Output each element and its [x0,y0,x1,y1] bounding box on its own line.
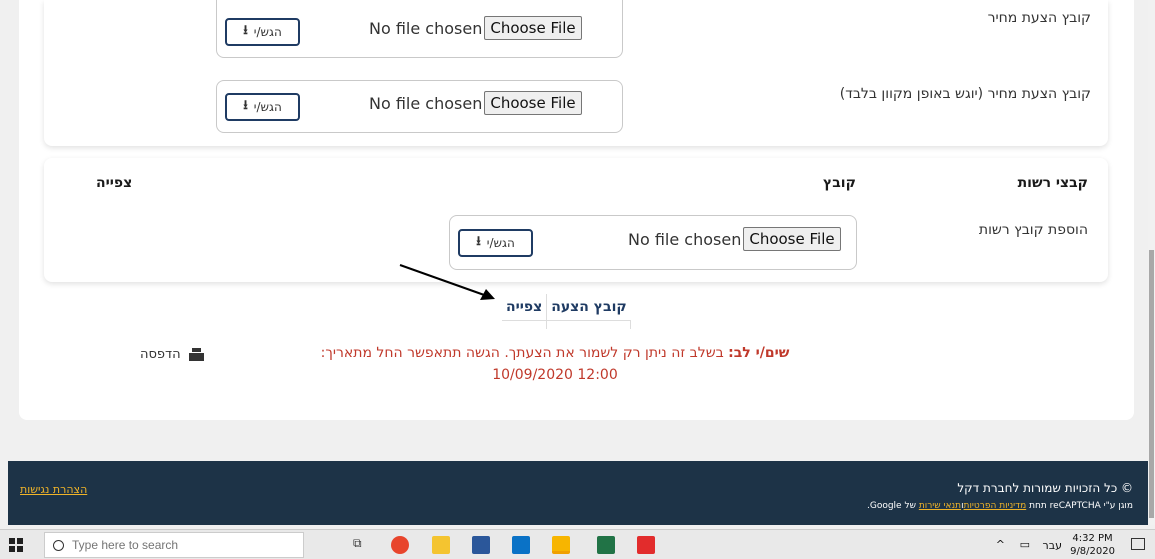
submit-label: הגש/י [486,236,515,250]
keyboard-language[interactable]: עבר [1043,539,1062,552]
tray-network-icon[interactable]: ▭ [1020,538,1030,551]
add-optional-file-label: הוספת קובץ רשות [978,222,1088,238]
price-offer-file-box: הגש/י ⭳ No file chosen Choose File [216,0,623,58]
submit-label: הגש/י [253,100,282,114]
optional-view-column-header: צפייה [96,175,133,191]
optional-file-box: הגש/י ⭳ No file chosen Choose File [449,215,857,270]
outlook-icon[interactable] [512,536,530,554]
price-offer-online-file-input[interactable]: No file chosen Choose File [369,91,582,115]
choose-file-button[interactable]: Choose File [484,16,582,40]
print-button[interactable]: הדפסה [140,347,204,362]
excel-icon[interactable] [597,536,615,554]
taskbar-search-input[interactable] [72,538,272,552]
price-offer-upload-card: קובץ הצעת מחיר הגש/י ⭳ No file chosen Ch… [44,0,1108,146]
accessibility-statement-link[interactable]: הצהרת נגישות [20,483,87,496]
annotation-arrow [399,264,495,300]
privacy-policy-link[interactable]: מדיניות הפרטיות [964,501,1027,511]
captcha-suffix: של Google. [866,501,916,511]
notification-center-icon[interactable] [1131,538,1145,550]
price-offer-online-submit-button[interactable]: הגש/י ⭳ [225,93,300,121]
site-footer: © כל הזכויות שמורות לחברת דקל מוגן ע"י r… [8,461,1148,525]
captcha-prefix: מוגן ע"י reCAPTCHA תחת [1029,501,1133,511]
sticky-notes-icon[interactable] [552,536,570,554]
clock-time: 4:32 PM [1072,533,1113,544]
recaptcha-notice: מוגן ע"י reCAPTCHA תחת מדיניות הפרטיותות… [867,501,1133,511]
taskbar-search[interactable] [44,532,304,558]
optional-file-input[interactable]: No file chosen Choose File [628,227,841,251]
optional-files-card: קבצי רשות קובץ צפייה הוספת קובץ רשות הגש… [44,158,1108,282]
optional-files-header: קבצי רשות [1017,175,1088,191]
upload-icon: ⭳ [243,98,248,113]
clock-date: 9/8/2020 [1070,546,1115,557]
no-file-text: No file chosen [369,18,483,38]
price-offer-label: קובץ הצעת מחיר [987,10,1091,26]
windows-taskbar: ⧉ ^ ▭ עבר 4:32 PM 9/8/2020 [0,529,1155,559]
no-file-text: No file chosen [628,229,742,249]
choose-file-button[interactable]: Choose File [743,227,841,251]
optional-file-column-header: קובץ [823,175,856,191]
print-label: הדפסה [140,347,181,362]
choose-file-button[interactable]: Choose File [484,91,582,115]
search-icon [53,539,64,551]
offer-view-column-header: צפייה [502,294,548,321]
copyright-text: © כל הזכויות שמורות לחברת דקל [957,481,1133,495]
price-offer-file-input[interactable]: No file chosen Choose File [369,16,582,40]
no-file-text: No file chosen [369,93,483,113]
upload-icon: ⭳ [243,23,248,38]
price-offer-online-label: קובץ הצעת מחיר (יוגש באופן מקוון בלבד) [839,86,1091,102]
offer-files-table: קובץ הצעה צפייה [502,294,632,329]
upload-icon: ⭳ [476,234,481,249]
optional-file-submit-button[interactable]: הגש/י ⭳ [458,229,533,257]
notice-text: בשלב זה ניתן רק לשמור את הצעתך. הגשה תתא… [320,345,724,383]
offer-file-column-header: קובץ הצעה [546,294,631,321]
windows-start-icon[interactable] [9,538,23,552]
scrollbar-thumb[interactable] [1149,250,1154,518]
price-offer-online-file-box: הגש/י ⭳ No file chosen Choose File [216,80,623,133]
file-explorer-icon[interactable] [432,536,450,554]
notice-strong: שים/י לב: [728,345,790,361]
submit-label: הגש/י [253,25,282,39]
taskbar-clock[interactable]: 4:32 PM 9/8/2020 [1070,532,1115,558]
chrome-icon[interactable] [391,536,409,554]
price-offer-submit-button[interactable]: הגש/י ⭳ [225,18,300,46]
terms-of-service-link[interactable]: תנאי שירות [919,501,961,511]
acrobat-icon[interactable] [637,536,655,554]
task-view-icon[interactable]: ⧉ [353,536,362,551]
word-icon[interactable] [472,536,490,554]
page-scrollbar[interactable] [1148,0,1155,525]
submission-notice: שים/י לב: בשלב זה ניתן רק לשמור את הצעתך… [300,342,810,386]
printer-icon [188,348,204,361]
tray-chevron-icon[interactable]: ^ [996,538,1005,551]
table-row [502,320,632,329]
